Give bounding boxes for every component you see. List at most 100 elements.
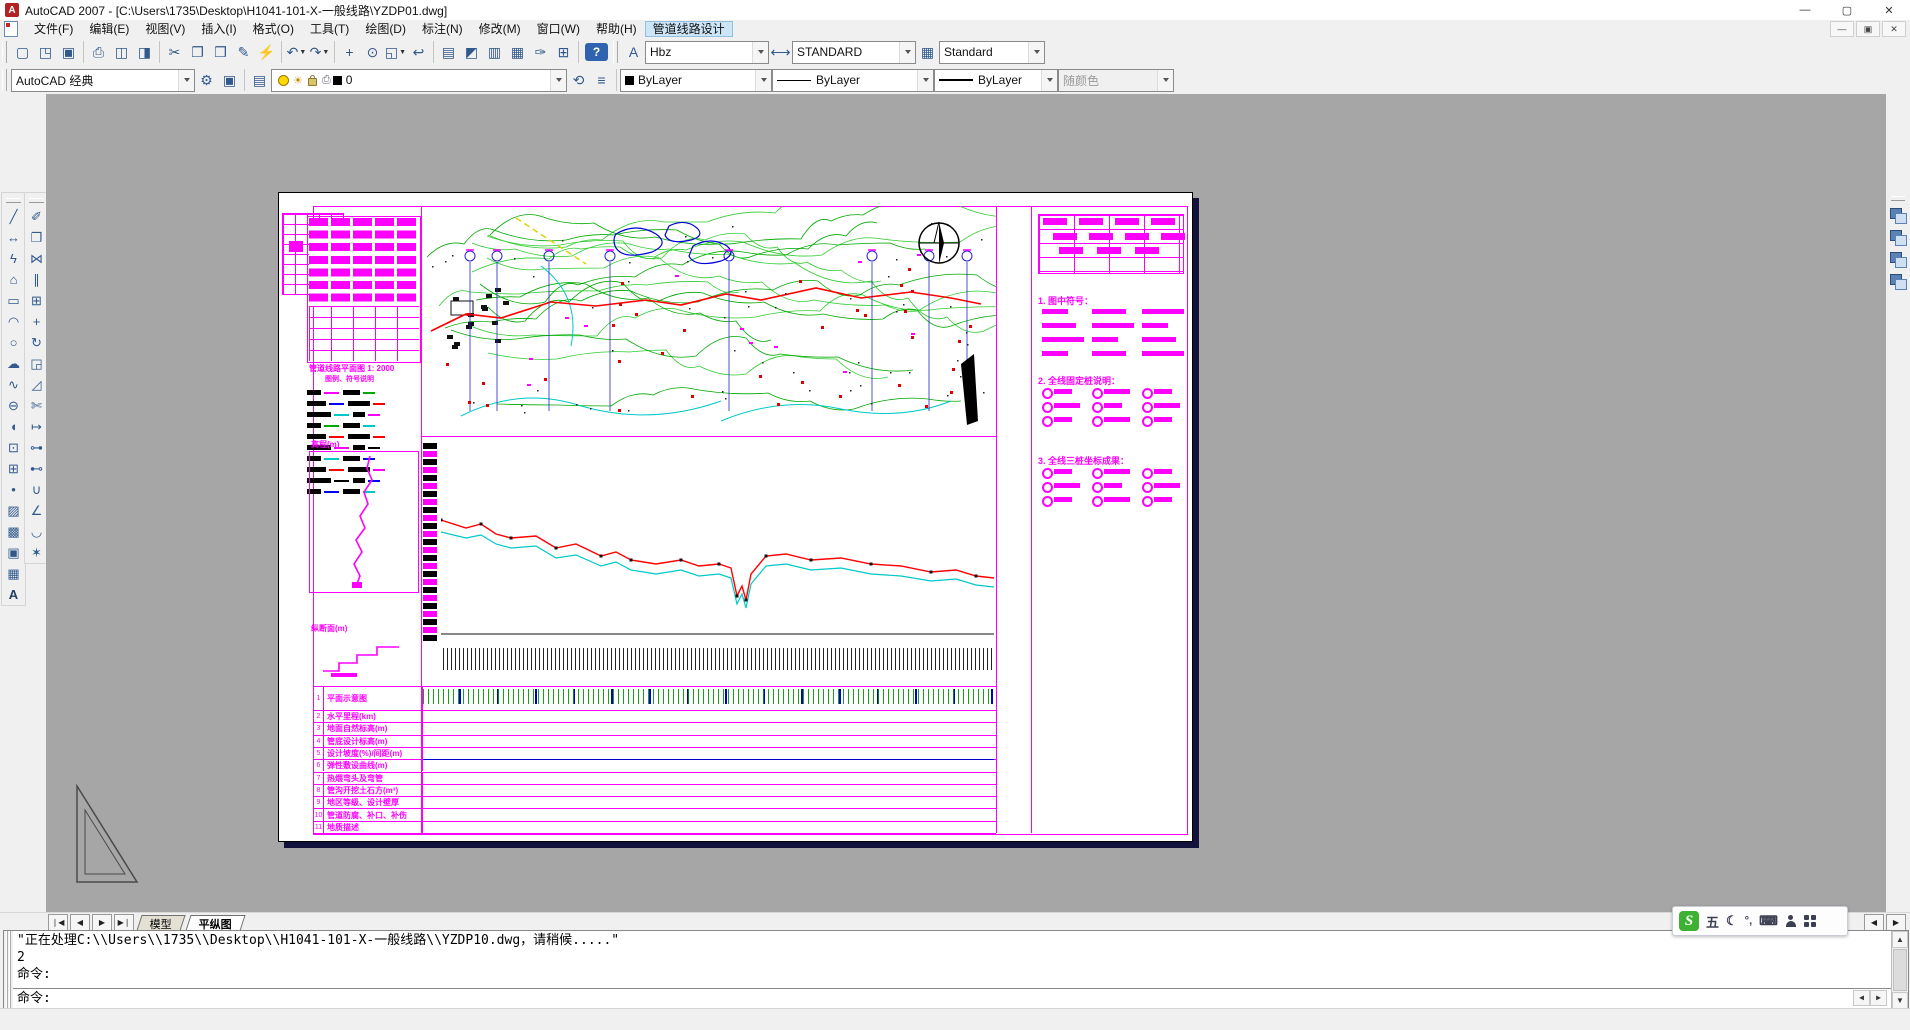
ime-mode-wubi[interactable]: 五 [1706, 912, 1719, 931]
quickcalc-icon[interactable]: ⊞ [552, 41, 575, 64]
point-icon[interactable]: • [3, 479, 24, 500]
rectangle-icon[interactable]: ▭ [3, 290, 24, 311]
bring-to-front-icon[interactable] [1889, 207, 1907, 225]
minimize-button[interactable]: — [1784, 0, 1826, 20]
redo-icon[interactable]: ↷▼ [308, 41, 331, 64]
pan-icon[interactable]: + [338, 41, 361, 64]
construction-line-icon[interactable]: ↔ [3, 227, 24, 248]
polyline-icon[interactable]: ϟ [3, 248, 24, 269]
menu-file[interactable]: 文件(F) [26, 21, 81, 37]
menu-edit[interactable]: 编辑(E) [81, 21, 137, 37]
first-tab-button[interactable]: ❘◀ [48, 914, 68, 931]
designcenter-icon[interactable]: ◩ [460, 41, 483, 64]
mtext-icon[interactable]: A [3, 584, 24, 605]
chevron-down-icon[interactable] [899, 42, 915, 63]
child-restore-button[interactable]: ▣ [1856, 21, 1880, 37]
toolbar-grip[interactable] [2, 69, 7, 91]
layer-properties-manager-icon[interactable]: ▤ [248, 69, 271, 92]
child-minimize-button[interactable]: — [1830, 21, 1854, 37]
match-properties-icon[interactable]: ✎ [232, 41, 255, 64]
qnew-icon[interactable]: ▢ [11, 41, 34, 64]
command-window[interactable]: "正在处理C:\\Users\\1735\\Desktop\\H1041-101… [3, 930, 1909, 1010]
menu-format[interactable]: 格式(O) [245, 21, 302, 37]
zoom-realtime-icon[interactable]: ⊙ [361, 41, 384, 64]
open-icon[interactable]: ◳ [34, 41, 57, 64]
table-icon[interactable]: ▦ [3, 563, 24, 584]
scroll-thumb[interactable] [1893, 949, 1907, 991]
properties-icon[interactable]: ▤ [437, 41, 460, 64]
keyboard-icon[interactable]: ⌨ [1759, 913, 1778, 929]
chevron-down-icon[interactable] [917, 70, 933, 91]
menu-pipeline-design[interactable]: 管道线路设计 [645, 21, 733, 37]
hscroll-left-icon[interactable]: ◀ [1864, 914, 1884, 931]
tab-model[interactable]: 模型 [136, 915, 185, 931]
break-at-point-icon[interactable]: ⊶ [26, 437, 47, 458]
linetype-combo[interactable]: ByLayer [772, 69, 934, 92]
fillet-icon[interactable]: ◡ [26, 521, 47, 542]
offset-icon[interactable]: ∥ [26, 269, 47, 290]
help-icon[interactable]: ? [585, 43, 608, 61]
sheetset-manager-icon[interactable]: ▦ [506, 41, 529, 64]
stretch-icon[interactable]: ◿ [26, 374, 47, 395]
save-workspace-icon[interactable]: ▣ [218, 69, 241, 92]
plot-preview-icon[interactable]: ◫ [110, 41, 133, 64]
menu-draw[interactable]: 绘图(D) [357, 21, 414, 37]
layer-lock-icon[interactable] [308, 78, 317, 86]
text-style-icon[interactable]: A [622, 41, 645, 64]
revision-cloud-icon[interactable]: ☁ [3, 353, 24, 374]
layer-freeze-sun-icon[interactable]: ☀ [293, 74, 303, 87]
mirror-icon[interactable]: ⋈ [26, 248, 47, 269]
zoom-previous-icon[interactable]: ↩ [407, 41, 430, 64]
tool-palettes-icon[interactable]: ▥ [483, 41, 506, 64]
menu-insert[interactable]: 插入(I) [193, 21, 244, 37]
region-icon[interactable]: ▣ [3, 542, 24, 563]
cmd-scroll-right-icon[interactable]: ▶ [1870, 990, 1887, 1006]
command-scrollbar[interactable]: ▲ ▼ [1891, 931, 1908, 1009]
chevron-down-icon[interactable] [752, 42, 768, 63]
move-icon[interactable]: + [26, 311, 47, 332]
extend-icon[interactable]: ↦ [26, 416, 47, 437]
layer-combo[interactable]: ☀ ⎙ 0 [271, 69, 567, 92]
scroll-down-icon[interactable]: ▼ [1892, 992, 1908, 1009]
erase-icon[interactable]: ✐ [26, 206, 47, 227]
send-to-back-icon[interactable] [1889, 229, 1907, 247]
child-close-button[interactable]: ✕ [1882, 21, 1906, 37]
text-style-combo[interactable]: Hbz [645, 41, 769, 64]
table-style-combo[interactable]: Standard [939, 41, 1045, 64]
hatch-icon[interactable]: ▨ [3, 500, 24, 521]
drawing-canvas[interactable]: 管道线路平面图 1: 2000 图例、符号说明 高程(m) [46, 94, 1886, 912]
menu-view[interactable]: 视图(V) [137, 21, 193, 37]
chamfer-icon[interactable]: ∠ [26, 500, 47, 521]
scale-icon[interactable]: ◲ [26, 353, 47, 374]
insert-block-icon[interactable]: ⊡ [3, 437, 24, 458]
layer-on-bulb-icon[interactable] [278, 75, 289, 86]
markup-icon[interactable]: ✑ [529, 41, 552, 64]
break-icon[interactable]: ⊷ [26, 458, 47, 479]
gradient-icon[interactable]: ▩ [3, 521, 24, 542]
lineweight-combo[interactable]: ByLayer [934, 69, 1058, 92]
bring-above-objects-icon[interactable] [1889, 251, 1907, 269]
punctuation-icon[interactable]: °, [1745, 915, 1752, 927]
join-icon[interactable]: ∪ [26, 479, 47, 500]
command-input-line[interactable]: 命令: ◀ ▶ [13, 988, 1891, 1009]
explode-icon[interactable]: ✶ [26, 542, 47, 563]
ellipse-icon[interactable]: ⊖ [3, 395, 24, 416]
chevron-down-icon[interactable] [550, 70, 566, 91]
dim-style-combo[interactable]: STANDARD [792, 41, 916, 64]
workspace-combo[interactable]: AutoCAD 经典 [11, 69, 195, 92]
command-window-grip[interactable] [4, 931, 13, 1009]
chevron-down-icon[interactable] [178, 70, 194, 91]
menu-help[interactable]: 帮助(H) [588, 21, 645, 37]
save-icon[interactable]: ▣ [57, 41, 80, 64]
next-tab-button[interactable]: ▶ [92, 914, 112, 931]
close-button[interactable]: ✕ [1868, 0, 1910, 20]
ellipse-arc-icon[interactable]: ◖ [3, 416, 24, 437]
table-style-icon[interactable]: ▦ [916, 41, 939, 64]
block-editor-icon[interactable]: ⚡ [255, 41, 278, 64]
rotate-icon[interactable]: ↻ [26, 332, 47, 353]
array-icon[interactable]: ⊞ [26, 290, 47, 311]
tab-pingzongtu[interactable]: 平纵图 [185, 915, 245, 931]
cut-icon[interactable]: ✂ [163, 41, 186, 64]
color-combo[interactable]: ByLayer [620, 69, 772, 92]
cmd-scroll-left-icon[interactable]: ◀ [1853, 990, 1870, 1006]
